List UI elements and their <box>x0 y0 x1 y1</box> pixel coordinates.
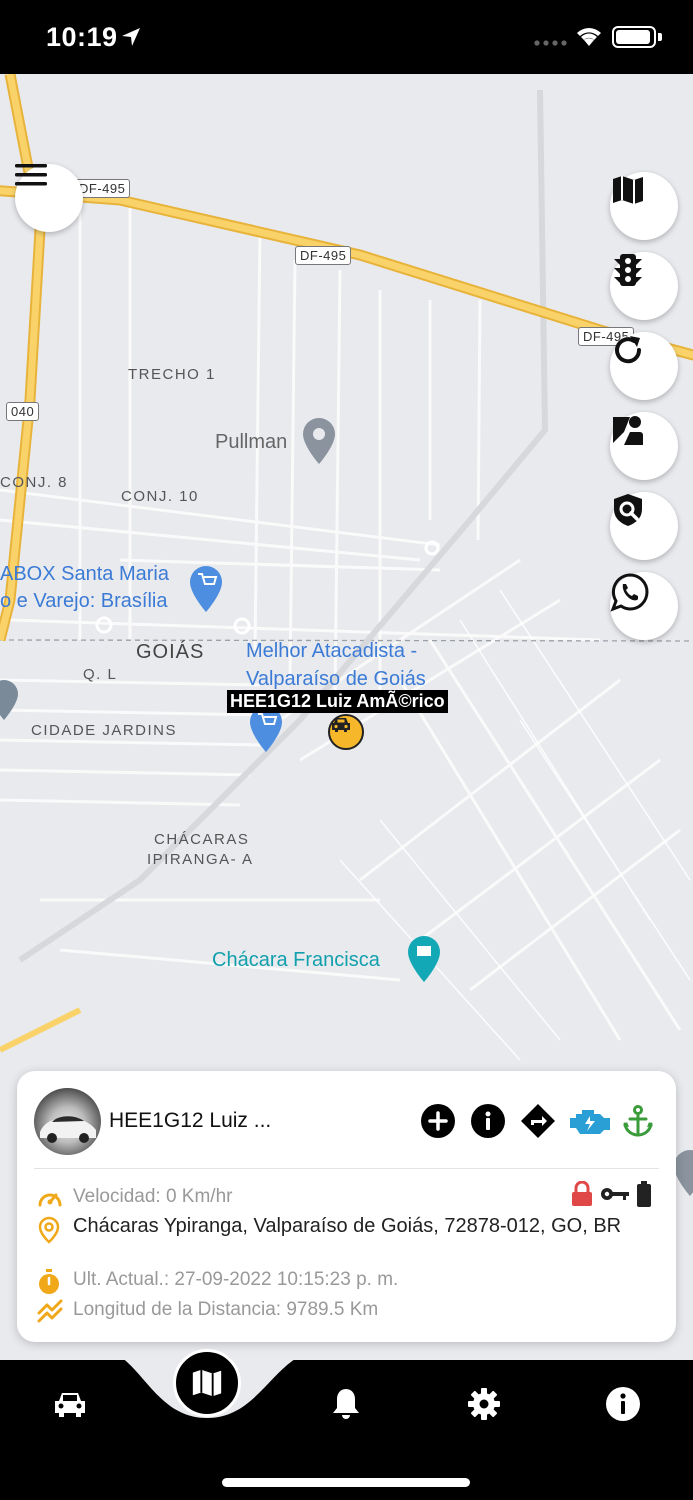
distance-text: Longitud de la Distancia: 9789.5 Km <box>73 1299 379 1320</box>
map-area-label: CHÁCARAS <box>154 831 250 848</box>
map-area-label: CIDADE JARDINS <box>31 722 178 739</box>
poi-label-chacara-francisca[interactable]: Chácara Francisca <box>212 947 380 974</box>
landmark-pin-icon <box>408 936 440 982</box>
info-icon <box>606 1387 640 1421</box>
status-bar: 10:19 <box>0 0 693 74</box>
poi-label-melhor-atacadista-2[interactable]: Valparaíso de Goiás <box>246 666 426 693</box>
map-area-label: TRECHO 1 <box>128 366 216 383</box>
road-shield: DF-495 <box>295 246 352 265</box>
street-view-icon <box>613 416 643 445</box>
poi-label-abox-2[interactable]: o e Varejo: Brasília <box>0 588 168 615</box>
last-update-row: Ult. Actual.: 27-09-2022 10:15:23 p. m. <box>37 1269 637 1294</box>
car-icon <box>332 718 350 732</box>
nav-vehicles[interactable] <box>40 1382 100 1426</box>
refresh-button[interactable] <box>610 332 678 400</box>
address-text: Chácaras Ypiranga, Valparaíso de Goiás, … <box>73 1215 622 1237</box>
key-icon <box>601 1188 629 1200</box>
geofence-button[interactable] <box>610 492 678 560</box>
app-screen: 10:19 DF-495 DF-495 DF-495 040 TRECHO 1 … <box>0 0 693 1500</box>
shopping-pin-icon <box>190 566 222 612</box>
map-area-label: IPIRANGA- A <box>147 851 254 868</box>
wifi-icon <box>577 28 601 46</box>
signal-icon <box>534 40 567 46</box>
info-icon <box>471 1104 505 1138</box>
vehicle-avatar[interactable] <box>34 1088 101 1155</box>
card-divider <box>34 1168 659 1169</box>
vehicle-info-card[interactable]: HEE1G12 Luiz ... Velocidad: 0 Km/hr Chác… <box>17 1071 676 1342</box>
map-area-label: Q. L <box>83 666 118 683</box>
shield-search-icon <box>614 494 642 526</box>
road-shield: 040 <box>6 402 40 421</box>
engine-icon <box>570 1110 610 1134</box>
anchor-icon <box>623 1105 653 1137</box>
distance-icon <box>37 1299 63 1323</box>
vehicle-status-icons <box>570 1181 652 1207</box>
map-type-button[interactable] <box>610 172 678 240</box>
status-time: 10:19 <box>46 22 118 52</box>
refresh-icon <box>615 336 642 364</box>
map-area-label: CONJ. 8 <box>0 474 69 491</box>
poi-label-abox[interactable]: ABOX Santa Maria <box>0 561 169 588</box>
location-arrow-icon <box>122 28 140 46</box>
engine-button[interactable] <box>568 1103 612 1139</box>
nav-settings[interactable] <box>454 1382 514 1426</box>
home-indicator <box>222 1478 470 1487</box>
poi-label-pullman[interactable]: Pullman <box>215 429 287 456</box>
speed-row: Velocidad: 0 Km/hr <box>37 1186 577 1210</box>
traffic-light-icon <box>614 254 642 286</box>
car-icon <box>55 1393 85 1417</box>
menu-button[interactable] <box>15 164 83 232</box>
battery-status-icon <box>612 26 656 48</box>
distance-row: Longitud de la Distancia: 9789.5 Km <box>37 1299 637 1323</box>
add-button[interactable] <box>420 1103 456 1139</box>
whatsapp-button[interactable] <box>610 572 678 640</box>
nav-map[interactable] <box>173 1349 241 1417</box>
nav-info[interactable] <box>593 1382 653 1426</box>
vehicle-name: HEE1G12 Luiz ... <box>109 1109 272 1132</box>
poi-label-melhor-atacadista[interactable]: Melhor Atacadista - <box>246 638 417 665</box>
whatsapp-icon <box>610 573 649 612</box>
directions-icon <box>521 1104 555 1138</box>
location-pin-icon <box>38 1216 60 1244</box>
anchor-button[interactable] <box>620 1103 656 1139</box>
last-update-text: Ult. Actual.: 27-09-2022 10:15:23 p. m. <box>73 1269 399 1290</box>
info-button[interactable] <box>470 1103 506 1139</box>
map-icon <box>613 176 643 204</box>
traffic-button[interactable] <box>610 252 678 320</box>
vehicle-marker[interactable] <box>328 714 364 750</box>
plus-icon <box>421 1104 455 1138</box>
battery-icon <box>637 1181 651 1207</box>
map-icon <box>192 1369 222 1397</box>
stopwatch-icon <box>39 1269 59 1294</box>
street-view-button[interactable] <box>610 412 678 480</box>
map-area-label: CONJ. 10 <box>121 488 199 505</box>
pullman-pin-icon <box>303 418 335 464</box>
nav-notifications[interactable] <box>316 1382 376 1426</box>
gear-icon <box>468 1388 500 1420</box>
menu-icon <box>15 164 47 186</box>
speed-text: Velocidad: 0 Km/hr <box>73 1186 233 1207</box>
speedometer-icon <box>38 1193 62 1207</box>
directions-button[interactable] <box>520 1103 556 1139</box>
bell-icon <box>333 1389 359 1419</box>
vehicle-label[interactable]: HEE1G12 Luiz AmÃ©rico <box>227 690 448 713</box>
map-region-label: GOIÁS <box>136 641 205 663</box>
